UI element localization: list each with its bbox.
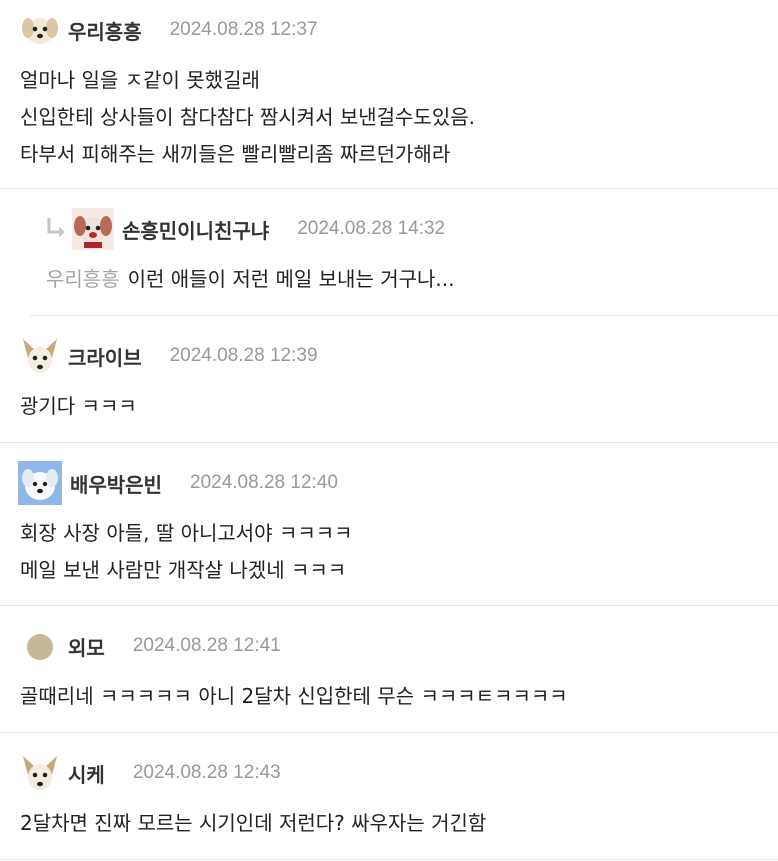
reply-arrow-icon [44,214,70,244]
comment-date: 2024.08.28 12:40 [190,472,338,493]
comment-text-line: 골때리네 ㅋㅋㅋㅋㅋ 아니 2달차 신입한테 무슨 ㅋㅋㅋㅌㅋㅋㅋㅋ [20,684,568,708]
comment-nickname[interactable]: 외모 [68,632,105,661]
comment-item: 우리흥흥 2024.08.28 12:37 얼마나 일을 ㅈ같이 못했길래 신입… [0,0,778,189]
comment-item: 배우박은빈 2024.08.28 12:40 회장 사장 아들, 딸 아니고서야… [0,443,778,606]
comment-nickname[interactable]: 우리흥흥 [68,16,142,45]
comment-text-line: 이런 애들이 저런 메일 보내는 거구나... [127,267,455,291]
comment-item: 시케 2024.08.28 12:43 2달차면 진짜 모르는 시기인데 저런다… [0,733,778,860]
comment-nickname[interactable]: 손흥민이니친구냐 [122,215,269,244]
comment-text-line: 메일 보낸 사람만 개작살 나겠네 ㅋㅋㅋ [20,558,347,582]
comment-text-line: 얼마나 일을 ㅈ같이 못했길래 [20,68,260,92]
comment-date: 2024.08.28 12:43 [132,762,281,783]
comment-item: 크라이브 2024.08.28 12:39 광기다 ㅋㅋㅋ [0,316,778,443]
chihuahua-avatar-icon[interactable] [20,753,60,793]
comment-body: 광기다 ㅋㅋㅋ [20,388,137,425]
comment-body: 골때리네 ㅋㅋㅋㅋㅋ 아니 2달차 신입한테 무슨 ㅋㅋㅋㅌㅋㅋㅋㅋ [20,678,568,715]
comment-text-line: 회장 사장 아들, 딸 아니고서야 ㅋㅋㅋㅋ [20,521,353,545]
comment-body: 우리흥흥 이런 애들이 저런 메일 보내는 거구나... [46,261,454,298]
comment-text-line: 광기다 ㅋㅋㅋ [20,394,137,418]
comment-header: 우리흥흥 2024.08.28 12:37 [20,10,318,50]
comment-nickname[interactable]: 시케 [68,759,105,788]
comment-text-line: 2달차면 진짜 모르는 시기인데 저런다? 싸우자는 거긴함 [20,811,487,835]
comment-nickname[interactable]: 배우박은빈 [70,469,162,498]
comment-header: 배우박은빈 2024.08.28 12:40 [18,461,338,505]
puppy-with-red-avatar-icon[interactable] [72,208,114,250]
comment-text-line: 신입한테 상사들이 참다참다 짬시켜서 보낸걸수도있음. [20,105,475,129]
comment-header: 시케 2024.08.28 12:43 [20,753,281,793]
comment-date: 2024.08.28 14:32 [297,218,446,239]
comment-date: 2024.08.28 12:41 [132,635,281,656]
comment-text-line: 타부서 피해주는 새끼들은 빨리빨리좀 짜르던가해라 [20,142,451,166]
comment-nickname[interactable]: 크라이브 [68,342,142,371]
comment-date: 2024.08.28 12:39 [169,345,318,366]
blue-sky-puppy-avatar-icon[interactable] [18,461,62,505]
white-puppy-avatar-icon[interactable] [20,10,60,50]
comment-date: 2024.08.28 12:37 [169,19,318,40]
comment-body: 2달차면 진짜 모르는 시기인데 저런다? 싸우자는 거긴함 [20,805,486,842]
comment-header: 크라이브 2024.08.28 12:39 [20,336,318,376]
reply-target-nickname[interactable]: 우리흥흥 [46,267,120,291]
comment-body: 얼마나 일을 ㅈ같이 못했길래 신입한테 상사들이 참다참다 짬시켜서 보낸걸수… [20,62,475,173]
chihuahua-avatar-icon[interactable] [20,336,60,376]
comment-item: 외모 2024.08.28 12:41 골때리네 ㅋㅋㅋㅋㅋ 아니 2달차 신입… [0,606,778,733]
beige-circle-avatar-icon[interactable] [20,626,60,666]
reply-comment-item: 손흥민이니친구냐 2024.08.28 14:32 우리흥흥 이런 애들이 저런 … [30,189,778,316]
comment-header: 외모 2024.08.28 12:41 [20,626,281,666]
comment-body: 회장 사장 아들, 딸 아니고서야 ㅋㅋㅋㅋ 메일 보낸 사람만 개작살 나겠네… [20,515,353,589]
comment-header: 손흥민이니친구냐 2024.08.28 14:32 [44,208,446,250]
